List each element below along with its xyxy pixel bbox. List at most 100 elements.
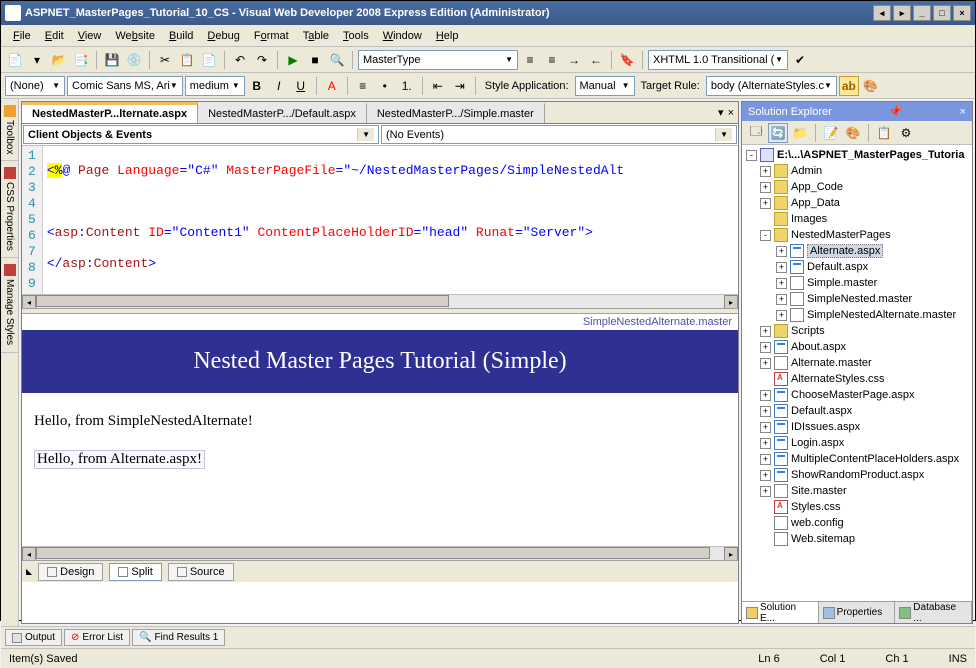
view-code-button[interactable]: 📝 [821,123,841,143]
tree-item[interactable]: -NestedMasterPages [744,227,970,243]
expand-icon[interactable]: + [760,166,771,177]
nest-button[interactable]: 📁 [790,123,810,143]
tab-manage-styles[interactable]: Manage Styles [1,258,18,352]
scroll-right-button[interactable]: ▸ [724,547,738,561]
file-tab-2[interactable]: NestedMasterP.../Default.aspx [198,102,367,123]
tab-solution-explorer[interactable]: Solution E... [742,602,819,623]
view-split-button[interactable]: Split [109,563,161,581]
view-source-button[interactable]: Source [168,563,234,581]
design-scrollbar[interactable]: ◂ ▸ [22,546,738,560]
tree-item[interactable]: +Admin [744,163,970,179]
tree-root[interactable]: - E:\...\ASPNET_MasterPages_Tutoria [744,147,970,163]
menu-file[interactable]: File [7,28,37,44]
tree-item[interactable]: +App_Code [744,179,970,195]
tree-item[interactable]: +IDIssues.aspx [744,419,970,435]
file-tab-1[interactable]: NestedMasterP...lternate.aspx [22,102,198,123]
indent-button[interactable]: ⇥ [450,76,470,96]
menu-tools[interactable]: Tools [337,28,375,44]
redo-button[interactable]: ↷ [252,50,272,70]
tree-item[interactable]: +About.aspx [744,339,970,355]
minimize-button[interactable]: _ [913,5,931,21]
comment-button[interactable]: ≡ [520,50,540,70]
tree-item[interactable]: Styles.css [744,499,970,515]
file-tab-3[interactable]: NestedMasterP.../Simple.master [367,102,545,123]
expand-icon[interactable]: + [776,310,787,321]
close-button[interactable]: × [953,5,971,21]
menu-window[interactable]: Window [377,28,428,44]
save-all-button[interactable]: 💿 [124,50,144,70]
tab-output[interactable]: Output [5,629,62,646]
uncomment-button[interactable]: ≡ [542,50,562,70]
tab-error-list[interactable]: ⊘Error List [64,629,130,646]
tree-item[interactable]: web.config [744,515,970,531]
menu-website[interactable]: Website [109,28,161,44]
scroll-left-button[interactable]: ◂ [22,295,36,309]
target-rule-combo[interactable]: body (AlternateStyles.c▼ [706,76,837,96]
tree-item[interactable]: +Simple.master [744,275,970,291]
font-color-button[interactable]: A [322,76,342,96]
find-button[interactable]: 🔍 [327,50,347,70]
menu-build[interactable]: Build [163,28,199,44]
expand-icon[interactable]: + [760,454,771,465]
scroll-right-button[interactable]: ▸ [724,295,738,309]
code-content[interactable]: <%@ Page Language="C#" MasterPageFile="~… [43,146,628,294]
maximize-button[interactable]: □ [933,5,951,21]
italic-button[interactable]: I [269,76,289,96]
tree-item[interactable]: +Default.aspx [744,259,970,275]
expand-icon[interactable]: + [760,358,771,369]
number-list-button[interactable]: 1. [397,76,417,96]
tab-dropdown-icon[interactable]: ▾ [718,106,724,119]
tree-item[interactable]: +App_Data [744,195,970,211]
indent-button[interactable]: → [564,50,584,70]
design-editable-content[interactable]: Hello, from Alternate.aspx! [34,450,205,469]
menu-edit[interactable]: Edit [39,28,70,44]
menu-help[interactable]: Help [430,28,465,44]
font-combo[interactable]: Comic Sans MS, Ari▼ [67,76,183,96]
events-dropdown[interactable]: (No Events)▼ [381,125,737,144]
refresh-button[interactable]: 🔄 [768,123,788,143]
tree-item[interactable]: +Alternate.aspx [744,243,970,259]
find-combo[interactable]: MasterType▼ [358,50,518,70]
expand-icon[interactable]: + [776,246,787,257]
tree-item[interactable]: +SimpleNestedAlternate.master [744,307,970,323]
menu-format[interactable]: Format [248,28,295,44]
new-style-button[interactable]: 🎨 [861,76,881,96]
bold-button[interactable]: B [247,76,267,96]
underline-button[interactable]: U [291,76,311,96]
expand-icon[interactable]: + [760,342,771,353]
align-left-button[interactable]: ≡ [353,76,373,96]
tab-toolbox[interactable]: Toolbox [1,99,18,161]
expand-icon[interactable]: + [760,406,771,417]
stop-button[interactable]: ■ [305,50,325,70]
new-project-button[interactable]: ▾ [27,50,47,70]
view-designer-button[interactable]: 🎨 [843,123,863,143]
expand-icon[interactable]: + [760,438,771,449]
config-button[interactable]: ⚙ [896,123,916,143]
tree-item[interactable]: +Scripts [744,323,970,339]
code-editor[interactable]: 123456789 <%@ Page Language="C#" MasterP… [22,146,738,294]
expand-icon[interactable]: - [760,230,771,241]
block-format-combo[interactable]: (None)▼ [5,76,65,96]
apply-style-button[interactable]: a͏b [839,76,859,96]
close-panel-button[interactable]: × [960,106,966,118]
expand-icon[interactable]: + [760,486,771,497]
tree-item[interactable]: Web.sitemap [744,531,970,547]
expand-icon[interactable]: + [776,262,787,273]
skin-next-button[interactable]: ▸ [893,5,911,21]
tab-css-properties[interactable]: CSS Properties [1,161,18,258]
font-size-combo[interactable]: medium▼ [185,76,245,96]
skin-prev-button[interactable]: ◂ [873,5,891,21]
outdent-button[interactable]: ← [586,50,606,70]
undo-button[interactable]: ↶ [230,50,250,70]
properties-button[interactable]: 🗔 [746,123,766,143]
expand-icon[interactable]: + [776,294,787,305]
save-button[interactable]: 💾 [102,50,122,70]
close-tab-button[interactable]: × [728,107,734,119]
cut-button[interactable]: ✂ [155,50,175,70]
tree-item[interactable]: +Site.master [744,483,970,499]
scroll-left-button[interactable]: ◂ [22,547,36,561]
style-app-combo[interactable]: Manual▼ [575,76,635,96]
tab-properties[interactable]: Properties [819,602,896,623]
objects-dropdown[interactable]: Client Objects & Events▼ [23,125,379,144]
tab-database[interactable]: Database ... [895,602,972,623]
